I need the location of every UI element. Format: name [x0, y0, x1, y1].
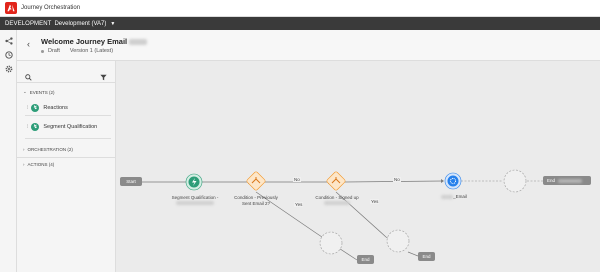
redacted-text	[441, 194, 454, 199]
chevron-down-icon[interactable]: ▼	[110, 21, 115, 27]
redacted-text	[129, 39, 148, 46]
events-section-header[interactable]: ⌄ EVENTS (2)	[23, 89, 55, 95]
condition1-node[interactable]	[246, 171, 266, 191]
divider	[17, 82, 116, 83]
empty-step-node[interactable]	[386, 229, 410, 253]
segment-node-label: Segment Qualification -	[166, 195, 224, 206]
activity-palette: ⌄ EVENTS (2) ⁞ ↯ Reactions ⁞ ↯ Segment Q…	[17, 61, 116, 272]
redacted-text	[324, 201, 350, 206]
divider	[25, 138, 111, 139]
divider	[25, 115, 111, 116]
environment-label: DEVELOPMENT	[5, 20, 52, 27]
yes-branch-label: Yes	[294, 202, 304, 207]
status-dot-icon	[41, 49, 44, 53]
end-node[interactable]: End	[543, 176, 591, 185]
chevron-right-icon: ›	[23, 147, 25, 152]
back-arrow-icon[interactable]: ‹	[27, 39, 30, 49]
gear-icon[interactable]	[4, 64, 13, 73]
actions-section-header[interactable]: › ACTIONS (4)	[23, 162, 54, 167]
search-icon[interactable]	[25, 68, 32, 86]
condition2-node[interactable]	[326, 171, 346, 191]
journey-title: Welcome Journey Email	[41, 37, 148, 46]
email-node-label: _Email	[434, 194, 474, 200]
event-icon: ↯	[31, 103, 40, 112]
arrow-icon	[441, 179, 444, 183]
end-node[interactable]: End	[418, 252, 435, 261]
drag-handle-icon[interactable]: ⁞	[27, 105, 28, 111]
yes-branch-label: Yes	[370, 199, 380, 204]
app-title: Journey Orchestration	[21, 5, 81, 11]
email-node[interactable]	[447, 175, 459, 187]
condition1-node-label: Condition - Previously Sent Email 2?	[234, 195, 278, 206]
journey-status: Draft	[48, 48, 60, 54]
no-branch-label: No	[293, 177, 301, 182]
redacted-text	[176, 201, 214, 206]
start-node[interactable]: Start	[120, 177, 142, 186]
no-branch-label: No	[393, 177, 401, 182]
chevron-down-icon: ⌄	[23, 89, 27, 94]
divider	[17, 157, 116, 158]
adobe-logo-icon[interactable]	[5, 2, 17, 14]
left-rail	[0, 30, 17, 272]
redacted-text	[558, 178, 583, 183]
filter-icon[interactable]	[100, 68, 107, 86]
environment-bar: DEVELOPMENT Development (VA7) ▼	[0, 17, 600, 30]
events-icon[interactable]	[4, 50, 13, 59]
chevron-right-icon: ›	[23, 162, 25, 167]
end-node[interactable]: End	[357, 255, 374, 264]
journeys-icon[interactable]	[4, 36, 13, 45]
empty-step-node[interactable]	[503, 169, 527, 193]
condition2-node-label: Condition - Signed up	[309, 195, 365, 206]
app-header: Journey Orchestration	[0, 0, 600, 17]
edge-wait2-end	[407, 251, 419, 257]
event-icon: ↯	[31, 122, 40, 131]
journey-meta: Draft Version 1 (Latest)	[41, 48, 113, 54]
event-item-segment-qualification[interactable]: ⁞ ↯ Segment Qualification	[25, 119, 111, 134]
event-item-reactions[interactable]: ⁞ ↯ Reactions	[25, 100, 111, 115]
journey-canvas[interactable]: Start Segment Qualification - Condition …	[116, 61, 600, 272]
journey-version[interactable]: Version 1 (Latest)	[70, 48, 113, 54]
journey-flow	[142, 169, 543, 261]
drag-handle-icon[interactable]: ⁞	[27, 124, 28, 130]
orchestration-section-header[interactable]: › ORCHESTRATION (2)	[23, 147, 73, 152]
journey-header: ‹ Welcome Journey Email Draft Version 1 …	[17, 30, 600, 61]
empty-step-node[interactable]	[319, 231, 343, 255]
environment-name[interactable]: Development (VA7)	[54, 21, 106, 27]
